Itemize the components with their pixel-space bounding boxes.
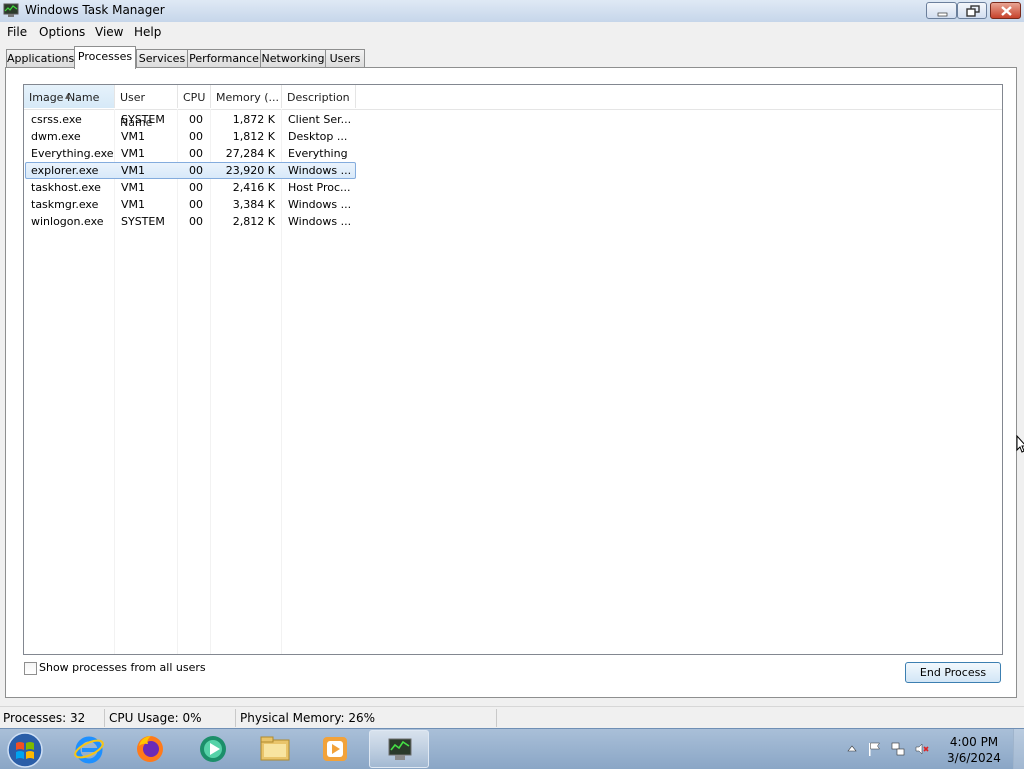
column-user-name[interactable]: User Name bbox=[115, 85, 178, 129]
media-player-icon[interactable] bbox=[318, 732, 352, 766]
tab-services[interactable]: Services bbox=[136, 49, 188, 67]
tab-strip: Applications Processes Services Performa… bbox=[0, 42, 1024, 69]
table-row[interactable]: taskhost.exe VM1 00 2,416 K Host Proc... bbox=[25, 179, 356, 196]
cell-image-name: dwm.exe bbox=[31, 130, 81, 143]
cell-image-name: taskmgr.exe bbox=[31, 198, 99, 211]
tab-processes[interactable]: Processes bbox=[74, 46, 136, 69]
end-process-button[interactable]: End Process bbox=[905, 662, 1001, 683]
table-row[interactable]: taskmgr.exe VM1 00 3,384 K Windows ... bbox=[25, 196, 356, 213]
taskbar: 4:00 PM 3/6/2024 bbox=[0, 728, 1024, 769]
process-list[interactable]: ▲ Image Name User Name CPU Memory (... D… bbox=[23, 84, 1003, 655]
close-icon bbox=[1001, 6, 1012, 16]
column-description[interactable]: Description bbox=[282, 85, 356, 108]
clock-date: 3/6/2024 bbox=[947, 751, 1001, 765]
cell-description: Host Proc... bbox=[288, 181, 351, 194]
show-hidden-icons-icon[interactable] bbox=[845, 742, 859, 756]
task-manager-icon bbox=[3, 3, 19, 17]
cell-image-name: taskhost.exe bbox=[31, 181, 101, 194]
internet-explorer-icon[interactable] bbox=[72, 732, 106, 766]
column-memory[interactable]: Memory (... bbox=[211, 85, 282, 108]
table-row-selected[interactable]: explorer.exe VM1 00 23,920 K Windows ... bbox=[25, 162, 356, 179]
cell-description: Desktop ... bbox=[288, 130, 348, 143]
table-row[interactable]: csrss.exe SYSTEM 00 1,872 K Client Ser..… bbox=[25, 111, 356, 128]
tab-networking[interactable]: Networking bbox=[260, 49, 326, 67]
start-button[interactable] bbox=[6, 731, 44, 769]
file-explorer-icon[interactable] bbox=[258, 732, 292, 766]
restore-icon bbox=[966, 5, 980, 17]
cell-user-name: VM1 bbox=[121, 164, 146, 177]
cell-user-name: SYSTEM bbox=[121, 215, 165, 228]
minimize-icon bbox=[937, 12, 948, 17]
menu-view[interactable]: View bbox=[95, 25, 123, 39]
list-header: ▲ Image Name User Name CPU Memory (... D… bbox=[24, 85, 1002, 129]
cell-memory: 23,920 K bbox=[225, 164, 275, 177]
tab-users[interactable]: Users bbox=[325, 49, 365, 67]
close-button[interactable] bbox=[990, 2, 1021, 19]
menu-options[interactable]: Options bbox=[39, 25, 85, 39]
menu-bar: File Options View Help bbox=[0, 22, 1024, 42]
cell-memory: 3,384 K bbox=[232, 198, 275, 211]
column-image-name[interactable]: ▲ Image Name bbox=[24, 85, 115, 108]
status-divider bbox=[496, 709, 497, 727]
cell-cpu: 00 bbox=[189, 215, 203, 228]
status-memory: Physical Memory: 26% bbox=[240, 711, 376, 725]
system-clock[interactable]: 4:00 PM 3/6/2024 bbox=[944, 734, 1004, 766]
cell-user-name: VM1 bbox=[121, 130, 146, 143]
cell-description: Windows ... bbox=[288, 198, 352, 211]
cell-user-name: VM1 bbox=[121, 181, 146, 194]
cell-cpu: 00 bbox=[189, 198, 203, 211]
cell-memory: 1,872 K bbox=[232, 113, 275, 126]
tab-applications[interactable]: Applications bbox=[6, 49, 75, 67]
show-desktop-button[interactable] bbox=[1013, 729, 1024, 769]
media-center-icon[interactable] bbox=[196, 732, 230, 766]
task-manager-icon bbox=[388, 738, 412, 760]
cell-user-name: VM1 bbox=[121, 147, 146, 160]
minimize-button[interactable] bbox=[926, 2, 957, 19]
cell-cpu: 00 bbox=[189, 130, 203, 143]
action-center-flag-icon[interactable] bbox=[867, 742, 881, 756]
cell-description: Windows ... bbox=[288, 215, 352, 228]
cell-cpu: 00 bbox=[189, 113, 203, 126]
table-row[interactable]: winlogon.exe SYSTEM 00 2,812 K Windows .… bbox=[25, 213, 356, 230]
firefox-icon[interactable] bbox=[133, 732, 167, 766]
sort-ascending-icon: ▲ bbox=[65, 92, 71, 100]
network-icon[interactable] bbox=[891, 742, 905, 756]
cell-description: Everything bbox=[288, 147, 348, 160]
cell-description: Client Ser... bbox=[288, 113, 352, 126]
taskbar-task-manager-button[interactable] bbox=[369, 730, 429, 768]
window-title: Windows Task Manager bbox=[25, 3, 165, 17]
cell-image-name: Everything.exe bbox=[31, 147, 114, 160]
tab-performance[interactable]: Performance bbox=[187, 49, 261, 67]
cell-user-name: SYSTEM bbox=[121, 113, 165, 126]
volume-muted-icon[interactable] bbox=[915, 742, 929, 756]
status-divider bbox=[235, 709, 236, 727]
cell-image-name: explorer.exe bbox=[31, 164, 99, 177]
menu-file[interactable]: File bbox=[7, 25, 27, 39]
cell-image-name: winlogon.exe bbox=[31, 215, 104, 228]
cell-image-name: csrss.exe bbox=[31, 113, 82, 126]
cell-memory: 2,812 K bbox=[232, 215, 275, 228]
cell-cpu: 00 bbox=[189, 147, 203, 160]
mouse-cursor-icon bbox=[1016, 435, 1024, 453]
status-cpu: CPU Usage: 0% bbox=[109, 711, 202, 725]
show-all-users-checkbox[interactable] bbox=[24, 662, 37, 675]
show-all-users-label[interactable]: Show processes from all users bbox=[39, 661, 206, 674]
cell-memory: 2,416 K bbox=[232, 181, 275, 194]
clock-time: 4:00 PM bbox=[949, 735, 999, 749]
cell-cpu: 00 bbox=[189, 164, 203, 177]
table-row[interactable]: Everything.exe VM1 00 27,284 K Everythin… bbox=[25, 145, 356, 162]
title-bar: Windows Task Manager bbox=[0, 0, 1024, 23]
restore-button[interactable] bbox=[957, 2, 987, 19]
cell-user-name: VM1 bbox=[121, 198, 146, 211]
cell-cpu: 00 bbox=[189, 181, 203, 194]
status-bar: Processes: 32 CPU Usage: 0% Physical Mem… bbox=[0, 706, 1024, 729]
column-cpu[interactable]: CPU bbox=[178, 85, 211, 108]
status-divider bbox=[104, 709, 105, 727]
table-row[interactable]: dwm.exe VM1 00 1,812 K Desktop ... bbox=[25, 128, 356, 145]
menu-help[interactable]: Help bbox=[134, 25, 161, 39]
cell-memory: 27,284 K bbox=[225, 147, 275, 160]
cell-description: Windows ... bbox=[288, 164, 352, 177]
status-processes: Processes: 32 bbox=[3, 711, 86, 725]
cell-memory: 1,812 K bbox=[232, 130, 275, 143]
